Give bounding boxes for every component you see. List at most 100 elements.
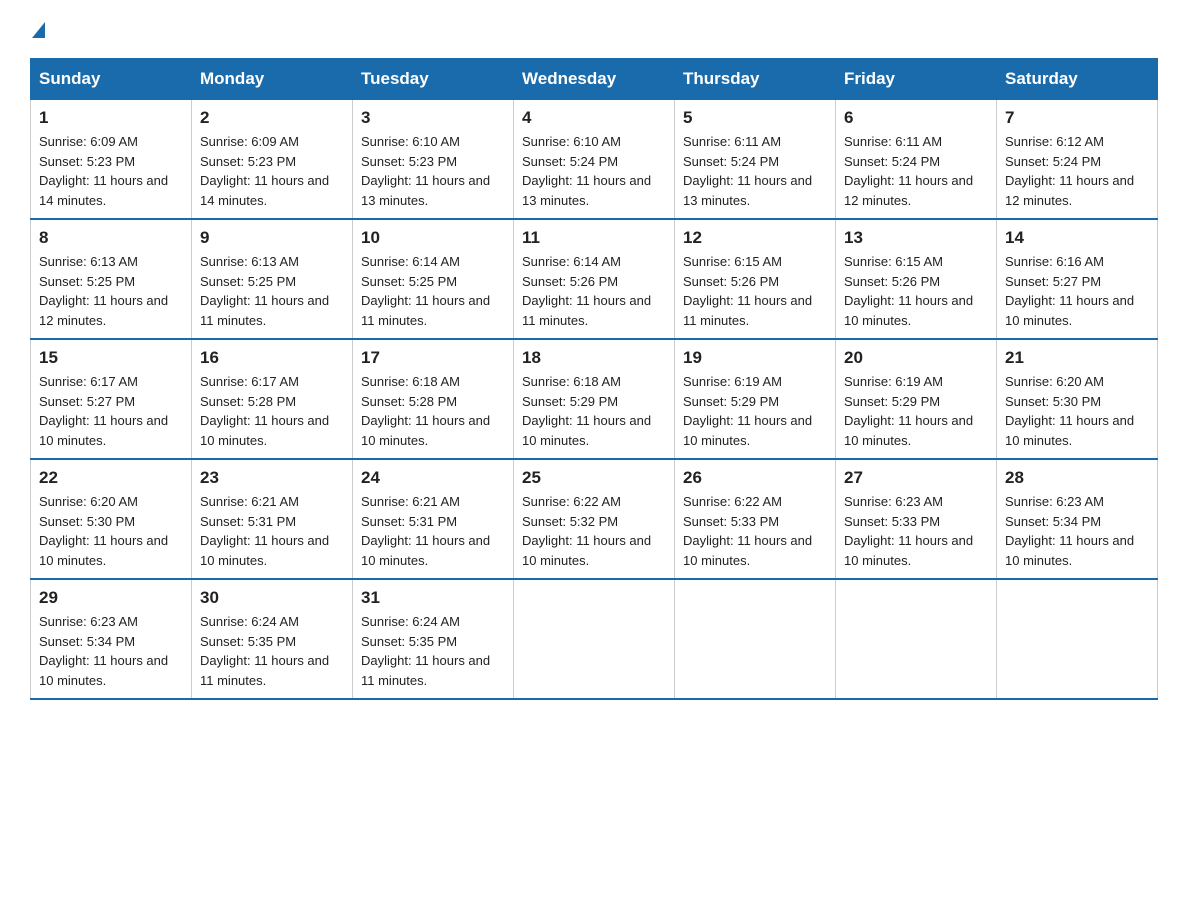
day-info: Sunrise: 6:09 AMSunset: 5:23 PMDaylight:… <box>200 134 329 208</box>
day-number: 2 <box>200 108 344 128</box>
day-number: 25 <box>522 468 666 488</box>
day-number: 14 <box>1005 228 1149 248</box>
day-number: 20 <box>844 348 988 368</box>
day-number: 24 <box>361 468 505 488</box>
day-info: Sunrise: 6:20 AMSunset: 5:30 PMDaylight:… <box>39 494 168 568</box>
calendar-table: SundayMondayTuesdayWednesdayThursdayFrid… <box>30 58 1158 700</box>
day-number: 12 <box>683 228 827 248</box>
day-info: Sunrise: 6:22 AMSunset: 5:33 PMDaylight:… <box>683 494 812 568</box>
day-info: Sunrise: 6:23 AMSunset: 5:34 PMDaylight:… <box>1005 494 1134 568</box>
calendar-cell: 19 Sunrise: 6:19 AMSunset: 5:29 PMDaylig… <box>675 339 836 459</box>
calendar-cell: 25 Sunrise: 6:22 AMSunset: 5:32 PMDaylig… <box>514 459 675 579</box>
day-info: Sunrise: 6:18 AMSunset: 5:28 PMDaylight:… <box>361 374 490 448</box>
calendar-cell: 10 Sunrise: 6:14 AMSunset: 5:25 PMDaylig… <box>353 219 514 339</box>
calendar-header-row: SundayMondayTuesdayWednesdayThursdayFrid… <box>31 59 1158 100</box>
day-header-sunday: Sunday <box>31 59 192 100</box>
calendar-cell: 31 Sunrise: 6:24 AMSunset: 5:35 PMDaylig… <box>353 579 514 699</box>
calendar-cell: 6 Sunrise: 6:11 AMSunset: 5:24 PMDayligh… <box>836 100 997 220</box>
day-number: 31 <box>361 588 505 608</box>
day-number: 5 <box>683 108 827 128</box>
calendar-cell: 2 Sunrise: 6:09 AMSunset: 5:23 PMDayligh… <box>192 100 353 220</box>
calendar-cell: 15 Sunrise: 6:17 AMSunset: 5:27 PMDaylig… <box>31 339 192 459</box>
logo-blue-text <box>34 33 36 38</box>
calendar-cell: 5 Sunrise: 6:11 AMSunset: 5:24 PMDayligh… <box>675 100 836 220</box>
day-info: Sunrise: 6:09 AMSunset: 5:23 PMDaylight:… <box>39 134 168 208</box>
calendar-cell: 26 Sunrise: 6:22 AMSunset: 5:33 PMDaylig… <box>675 459 836 579</box>
day-number: 28 <box>1005 468 1149 488</box>
calendar-cell: 1 Sunrise: 6:09 AMSunset: 5:23 PMDayligh… <box>31 100 192 220</box>
day-number: 29 <box>39 588 183 608</box>
calendar-cell: 9 Sunrise: 6:13 AMSunset: 5:25 PMDayligh… <box>192 219 353 339</box>
calendar-cell: 8 Sunrise: 6:13 AMSunset: 5:25 PMDayligh… <box>31 219 192 339</box>
day-info: Sunrise: 6:11 AMSunset: 5:24 PMDaylight:… <box>844 134 973 208</box>
day-number: 3 <box>361 108 505 128</box>
day-header-monday: Monday <box>192 59 353 100</box>
day-number: 22 <box>39 468 183 488</box>
day-header-tuesday: Tuesday <box>353 59 514 100</box>
day-info: Sunrise: 6:10 AMSunset: 5:24 PMDaylight:… <box>522 134 651 208</box>
calendar-cell: 12 Sunrise: 6:15 AMSunset: 5:26 PMDaylig… <box>675 219 836 339</box>
calendar-cell <box>997 579 1158 699</box>
calendar-cell: 14 Sunrise: 6:16 AMSunset: 5:27 PMDaylig… <box>997 219 1158 339</box>
calendar-cell: 3 Sunrise: 6:10 AMSunset: 5:23 PMDayligh… <box>353 100 514 220</box>
calendar-cell: 18 Sunrise: 6:18 AMSunset: 5:29 PMDaylig… <box>514 339 675 459</box>
day-number: 26 <box>683 468 827 488</box>
day-number: 13 <box>844 228 988 248</box>
day-number: 4 <box>522 108 666 128</box>
day-info: Sunrise: 6:24 AMSunset: 5:35 PMDaylight:… <box>200 614 329 688</box>
day-info: Sunrise: 6:24 AMSunset: 5:35 PMDaylight:… <box>361 614 490 688</box>
day-number: 9 <box>200 228 344 248</box>
day-number: 19 <box>683 348 827 368</box>
day-info: Sunrise: 6:14 AMSunset: 5:26 PMDaylight:… <box>522 254 651 328</box>
calendar-cell: 30 Sunrise: 6:24 AMSunset: 5:35 PMDaylig… <box>192 579 353 699</box>
calendar-cell: 23 Sunrise: 6:21 AMSunset: 5:31 PMDaylig… <box>192 459 353 579</box>
calendar-cell: 20 Sunrise: 6:19 AMSunset: 5:29 PMDaylig… <box>836 339 997 459</box>
day-number: 10 <box>361 228 505 248</box>
calendar-cell: 27 Sunrise: 6:23 AMSunset: 5:33 PMDaylig… <box>836 459 997 579</box>
calendar-cell: 21 Sunrise: 6:20 AMSunset: 5:30 PMDaylig… <box>997 339 1158 459</box>
day-number: 23 <box>200 468 344 488</box>
calendar-cell: 7 Sunrise: 6:12 AMSunset: 5:24 PMDayligh… <box>997 100 1158 220</box>
day-info: Sunrise: 6:19 AMSunset: 5:29 PMDaylight:… <box>844 374 973 448</box>
day-number: 27 <box>844 468 988 488</box>
day-number: 7 <box>1005 108 1149 128</box>
day-number: 11 <box>522 228 666 248</box>
calendar-week-row: 15 Sunrise: 6:17 AMSunset: 5:27 PMDaylig… <box>31 339 1158 459</box>
calendar-cell: 4 Sunrise: 6:10 AMSunset: 5:24 PMDayligh… <box>514 100 675 220</box>
day-info: Sunrise: 6:11 AMSunset: 5:24 PMDaylight:… <box>683 134 812 208</box>
calendar-cell: 13 Sunrise: 6:15 AMSunset: 5:26 PMDaylig… <box>836 219 997 339</box>
calendar-week-row: 8 Sunrise: 6:13 AMSunset: 5:25 PMDayligh… <box>31 219 1158 339</box>
day-info: Sunrise: 6:13 AMSunset: 5:25 PMDaylight:… <box>200 254 329 328</box>
day-number: 30 <box>200 588 344 608</box>
calendar-cell: 22 Sunrise: 6:20 AMSunset: 5:30 PMDaylig… <box>31 459 192 579</box>
day-number: 16 <box>200 348 344 368</box>
day-info: Sunrise: 6:17 AMSunset: 5:27 PMDaylight:… <box>39 374 168 448</box>
day-number: 18 <box>522 348 666 368</box>
day-number: 17 <box>361 348 505 368</box>
day-number: 21 <box>1005 348 1149 368</box>
day-info: Sunrise: 6:17 AMSunset: 5:28 PMDaylight:… <box>200 374 329 448</box>
calendar-week-row: 22 Sunrise: 6:20 AMSunset: 5:30 PMDaylig… <box>31 459 1158 579</box>
day-info: Sunrise: 6:13 AMSunset: 5:25 PMDaylight:… <box>39 254 168 328</box>
day-info: Sunrise: 6:20 AMSunset: 5:30 PMDaylight:… <box>1005 374 1134 448</box>
calendar-cell: 24 Sunrise: 6:21 AMSunset: 5:31 PMDaylig… <box>353 459 514 579</box>
day-info: Sunrise: 6:12 AMSunset: 5:24 PMDaylight:… <box>1005 134 1134 208</box>
day-number: 8 <box>39 228 183 248</box>
day-info: Sunrise: 6:15 AMSunset: 5:26 PMDaylight:… <box>683 254 812 328</box>
day-header-thursday: Thursday <box>675 59 836 100</box>
calendar-week-row: 1 Sunrise: 6:09 AMSunset: 5:23 PMDayligh… <box>31 100 1158 220</box>
day-info: Sunrise: 6:21 AMSunset: 5:31 PMDaylight:… <box>200 494 329 568</box>
day-number: 1 <box>39 108 183 128</box>
day-info: Sunrise: 6:21 AMSunset: 5:31 PMDaylight:… <box>361 494 490 568</box>
day-info: Sunrise: 6:22 AMSunset: 5:32 PMDaylight:… <box>522 494 651 568</box>
day-number: 15 <box>39 348 183 368</box>
calendar-cell: 16 Sunrise: 6:17 AMSunset: 5:28 PMDaylig… <box>192 339 353 459</box>
day-info: Sunrise: 6:14 AMSunset: 5:25 PMDaylight:… <box>361 254 490 328</box>
day-header-wednesday: Wednesday <box>514 59 675 100</box>
day-header-saturday: Saturday <box>997 59 1158 100</box>
day-info: Sunrise: 6:23 AMSunset: 5:33 PMDaylight:… <box>844 494 973 568</box>
day-info: Sunrise: 6:23 AMSunset: 5:34 PMDaylight:… <box>39 614 168 688</box>
day-header-friday: Friday <box>836 59 997 100</box>
calendar-cell <box>836 579 997 699</box>
calendar-cell: 11 Sunrise: 6:14 AMSunset: 5:26 PMDaylig… <box>514 219 675 339</box>
